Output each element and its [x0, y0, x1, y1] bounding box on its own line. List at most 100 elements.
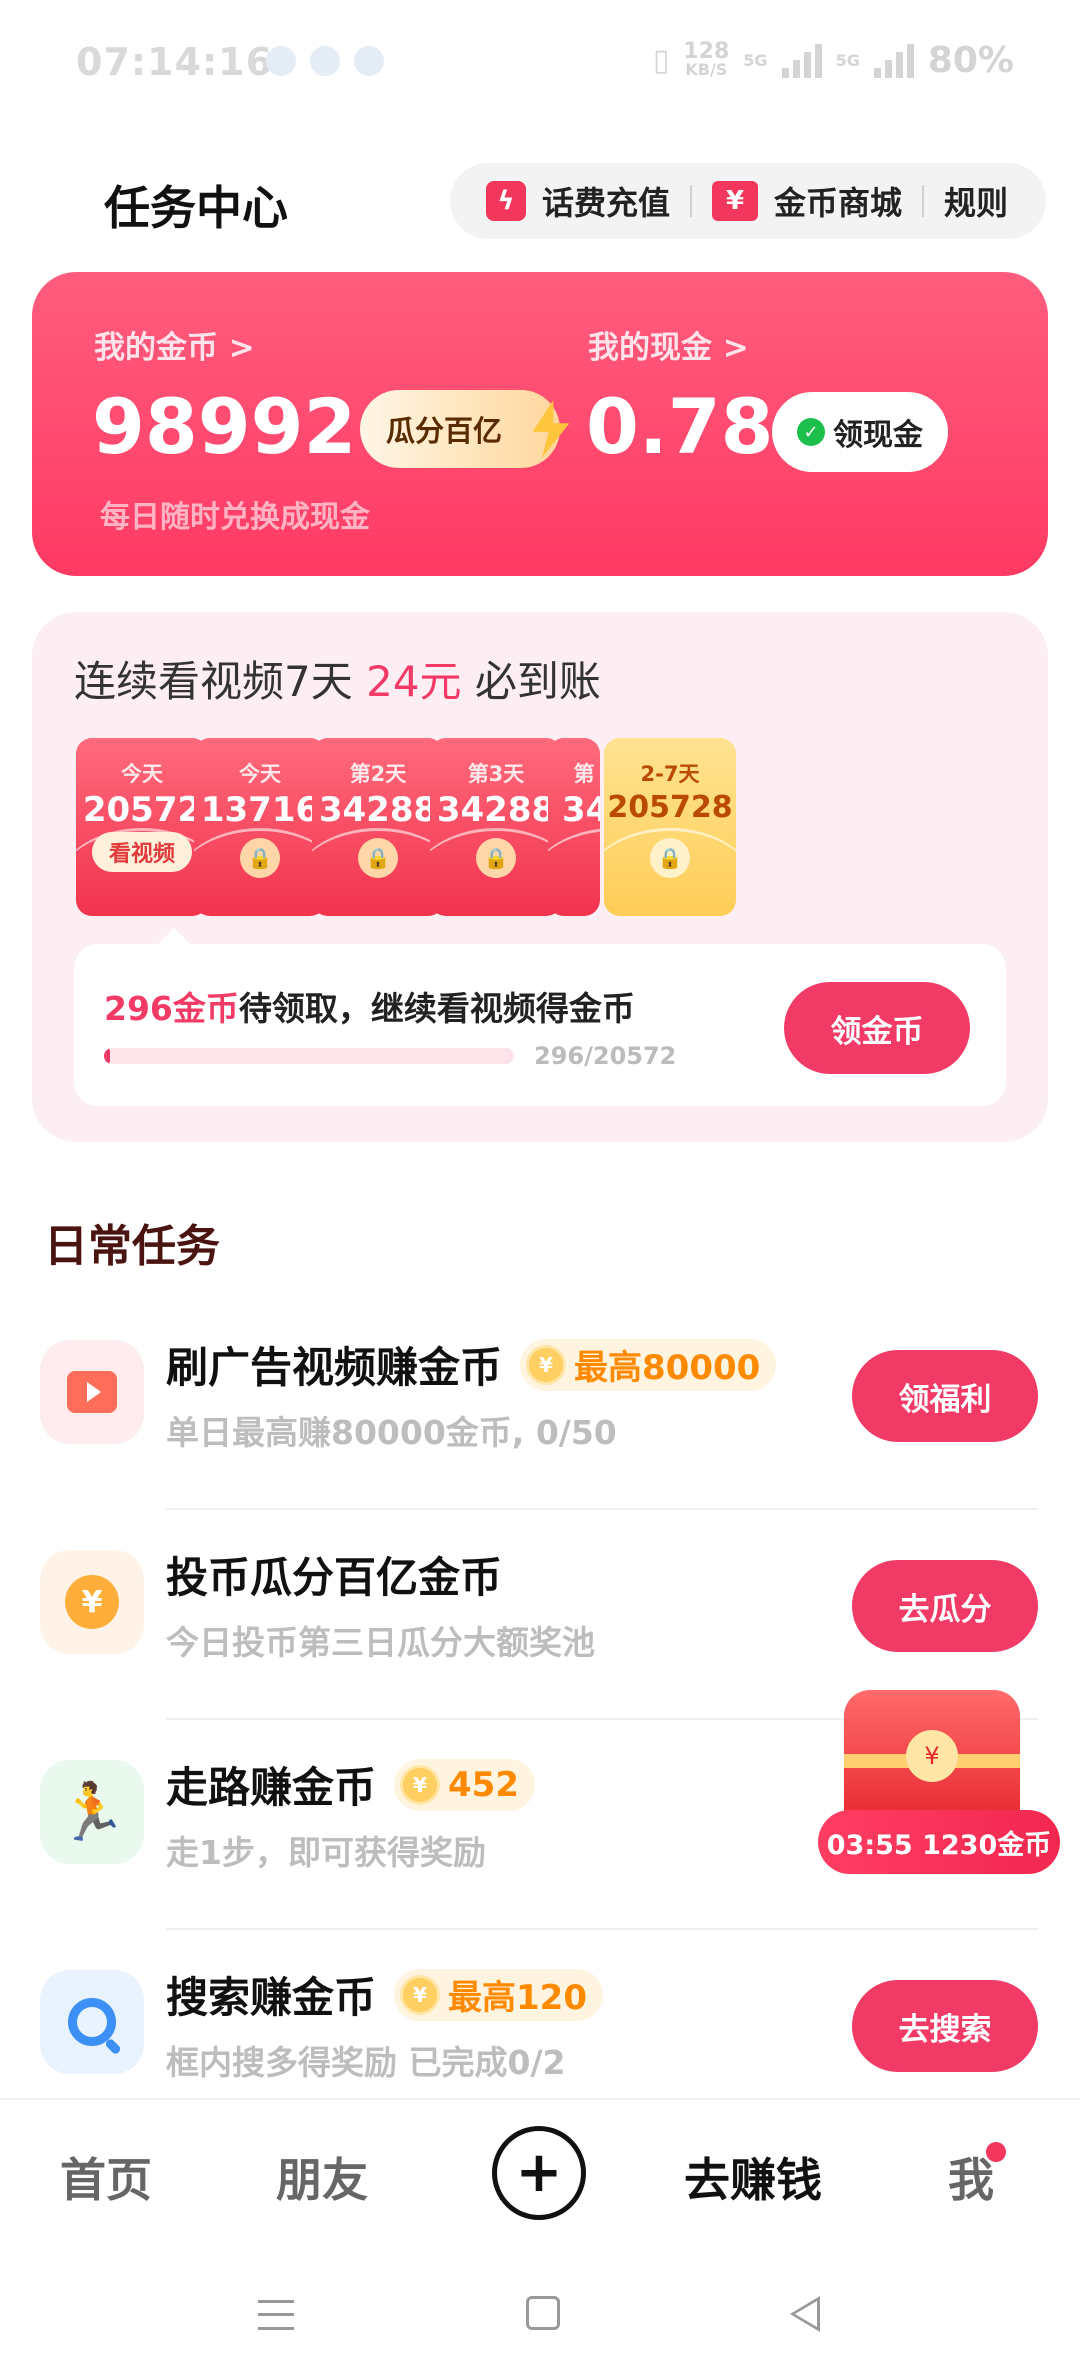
- my-coins-link[interactable]: 我的金币 >: [94, 322, 255, 367]
- notification-dot: [986, 2142, 1006, 2162]
- task-title-text: 投币瓜分百亿金币: [166, 1553, 503, 1602]
- signal-icon: [873, 43, 914, 78]
- create-plus-button[interactable]: +: [492, 2126, 586, 2220]
- lock-icon: 🔒: [358, 838, 398, 878]
- packet-amount: 13716: [200, 790, 320, 830]
- status-right: ▯ 128 KB/S 5G 5G 80%: [653, 40, 1014, 81]
- recharge-button[interactable]: ϟ 话费充值: [486, 178, 670, 224]
- task-title: 刷广告视频赚金币 ¥ 最高80000: [166, 1334, 777, 1395]
- header-actions: ϟ 话费充值 ¥ 金币商城 规则: [450, 163, 1046, 239]
- task-subtitle: 框内搜多得奖励 已完成0/2: [166, 2043, 566, 2082]
- video-streak-card: 连续看视频7天 24元 必到账 今天 20572 看视频 今天 13716 🔒 …: [32, 612, 1048, 1142]
- task-title-text: 刷广告视频赚金币: [166, 1343, 503, 1392]
- red-packet[interactable]: 今天 20572 看视频: [76, 738, 208, 916]
- packet-amount: 34288: [318, 790, 438, 830]
- coins-subtitle: 每日随时兑换成现金: [100, 500, 370, 535]
- net-speed: 128 KB/S: [683, 38, 730, 79]
- back-icon[interactable]: [790, 2296, 820, 2332]
- packet-amount: 20572: [82, 790, 202, 830]
- net-speed-value: 128: [683, 38, 730, 64]
- divider: [690, 185, 693, 217]
- task-title: 投币瓜分百亿金币: [166, 1544, 502, 1605]
- status-time: 07:14:16: [76, 40, 274, 84]
- system-nav-bar: [0, 2248, 1080, 2376]
- coin-mall-button[interactable]: ¥ 金币商城: [712, 178, 902, 224]
- task-item: ¥ 投币瓜分百亿金币 今日投币第三日瓜分大额奖池 去瓜分: [0, 1510, 1080, 1720]
- status-notification-icons: [266, 46, 384, 76]
- progress-bar-fill: [104, 1048, 111, 1064]
- divider: [922, 185, 925, 217]
- nav-friends[interactable]: 朋友: [276, 2144, 368, 2210]
- page-title: 任务中心: [104, 181, 288, 235]
- progress-bar: [104, 1048, 514, 1064]
- watch-video-button[interactable]: 看视频: [92, 832, 192, 872]
- coin-icon: ¥: [400, 1764, 441, 1805]
- bottom-nav: 首页 朋友 + 去赚钱 我: [0, 2098, 1080, 2248]
- reward-badge: ¥ 最高120: [394, 1968, 603, 2021]
- notification-icon: [354, 46, 384, 76]
- signal-label: 5G: [835, 51, 860, 70]
- task-title: 走路赚金币 ¥452: [166, 1754, 535, 1815]
- lock-icon: 🔒: [650, 838, 690, 878]
- status-bar: 07:14:16 ▯ 128 KB/S 5G 5G 80%: [0, 0, 1080, 130]
- reward-badge: ¥ 最高80000: [520, 1338, 777, 1391]
- task-title: 搜索赚金币 ¥ 最高120: [166, 1964, 603, 2025]
- ticket-icon: ¥: [712, 181, 759, 221]
- reward-badge-text: 最高80000: [574, 1348, 761, 1388]
- pending-coins: 296金币: [104, 989, 239, 1028]
- my-cash-link[interactable]: 我的现金 >: [588, 322, 749, 367]
- cash-value: 0.78: [586, 382, 774, 471]
- menu-icon[interactable]: [258, 2300, 294, 2330]
- reward-badge-text: 最高120: [448, 1978, 587, 2018]
- battery-level: 80%: [927, 40, 1014, 81]
- red-packet[interactable]: 今天 13716 🔒: [194, 738, 326, 916]
- notification-icon: [266, 46, 296, 76]
- progress-text: 296金币待领取，继续看视频得金币: [104, 982, 635, 1030]
- coin-icon: ¥: [526, 1344, 567, 1385]
- chest-timer: 03:55 1230金币: [818, 1810, 1060, 1874]
- packet-amount: 205728: [607, 790, 733, 825]
- progress-box: 296金币待领取，继续看视频得金币 296/20572 领金币: [74, 944, 1006, 1106]
- rules-label: 规则: [944, 184, 1009, 222]
- vibrate-icon: ▯: [652, 43, 670, 78]
- packet-amount: 34: [562, 790, 600, 830]
- red-packet[interactable]: 第 34: [548, 738, 600, 916]
- go-guafen-button[interactable]: 去瓜分: [852, 1560, 1038, 1652]
- nav-earn[interactable]: 去赚钱: [684, 2144, 822, 2210]
- home-icon[interactable]: [526, 2296, 560, 2330]
- lightning-icon: ϟ: [486, 181, 526, 221]
- red-packet-bonus[interactable]: 2-7天 205728 🔒: [604, 738, 736, 916]
- task-item: 刷广告视频赚金币 ¥ 最高80000 单日最高赚80000金币, 0/50 领福利: [0, 1300, 1080, 1510]
- packet-amount: 34288: [436, 790, 556, 830]
- task-title-text: 搜索赚金币: [166, 1973, 377, 2022]
- claim-coins-button[interactable]: 领金币: [784, 982, 970, 1074]
- lock-icon: 🔒: [240, 838, 280, 878]
- packet-day: 2-7天: [640, 762, 700, 786]
- streak-title: 连续看视频7天 24元 必到账: [74, 648, 601, 709]
- reward-badge: ¥452: [394, 1758, 535, 1811]
- lightning-icon: [532, 400, 570, 458]
- packet-day: 第3天: [467, 762, 525, 786]
- walking-icon: 🏃: [40, 1760, 144, 1864]
- coins-card: 我的金币 > 98992 瓜分百亿 每日随时兑换成现金 我的现金 > 0.78 …: [32, 272, 1048, 576]
- task-subtitle: 走1步，即可获得奖励: [166, 1833, 486, 1872]
- red-packet[interactable]: 第3天 34288 🔒: [430, 738, 562, 916]
- recharge-label: 话费充值: [542, 184, 671, 222]
- reward-badge-text: 452: [448, 1764, 519, 1805]
- video-icon: [40, 1340, 144, 1444]
- search-icon: [40, 1970, 144, 2074]
- packet-flap: [548, 828, 600, 916]
- red-packet[interactable]: 第2天 34288 🔒: [312, 738, 444, 916]
- nav-home[interactable]: 首页: [60, 2144, 152, 2210]
- floating-treasure-chest[interactable]: ¥ 03:55 1230金币: [818, 1690, 1060, 1890]
- guafen-label: 瓜分百亿: [386, 414, 503, 448]
- task-subtitle: 单日最高赚80000金币, 0/50: [166, 1413, 617, 1452]
- go-search-button[interactable]: 去搜索: [852, 1980, 1038, 2072]
- guafen-button[interactable]: 瓜分百亿: [360, 390, 570, 468]
- notification-icon: [310, 46, 340, 76]
- daily-tasks-title: 日常任务: [44, 1221, 220, 1272]
- withdraw-cash-button[interactable]: ✓ 领现金: [772, 392, 948, 472]
- packet-day: 今天: [239, 762, 281, 786]
- get-benefit-button[interactable]: 领福利: [852, 1350, 1038, 1442]
- rules-button[interactable]: 规则: [944, 178, 1008, 224]
